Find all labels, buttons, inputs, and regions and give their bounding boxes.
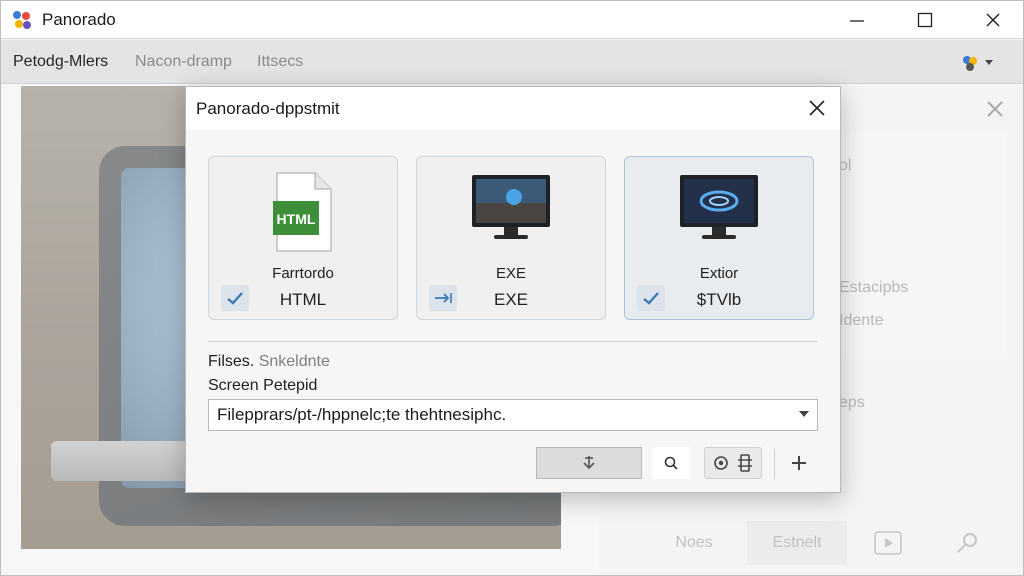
maximize-icon	[917, 12, 933, 28]
search-button[interactable]	[652, 447, 690, 479]
title-bar: Panorado	[1, 1, 1023, 39]
html-file-icon: HTML	[273, 172, 332, 252]
dialog-close-icon[interactable]	[808, 99, 826, 117]
minimize-icon	[850, 20, 864, 22]
menu-item-petodg-mlers[interactable]: Petodg-Mlers	[13, 53, 108, 71]
close-button[interactable]	[959, 1, 1024, 39]
html-icon-label: HTML	[277, 211, 316, 227]
option-html-title: Farrtordo	[272, 265, 334, 282]
files-label-text: Filses.	[208, 353, 255, 370]
menu-item-nacon-dramp[interactable]: Nacon-dramp	[135, 53, 232, 71]
screen-label: Screen Petepid	[208, 377, 318, 394]
monitor-swirl-icon	[680, 175, 758, 239]
account-icon	[963, 56, 977, 71]
menu-item-ittsecs[interactable]: Ittsecs	[257, 53, 303, 71]
dialog-divider	[208, 341, 818, 342]
option-html[interactable]: HTML Farrtordo HTML	[208, 156, 398, 320]
plus-icon	[792, 456, 806, 470]
export-dialog: Panorado-dppstmit HTML Farrtordo HTML EX…	[185, 86, 841, 493]
settings-tool-button[interactable]	[704, 447, 762, 479]
download-icon	[583, 456, 595, 470]
path-input[interactable]	[208, 399, 818, 431]
dialog-title: Panorado-dppstmit	[196, 99, 340, 118]
gear-icon	[714, 456, 728, 470]
option-exe-title: EXE	[495, 265, 526, 282]
actions-separator	[774, 449, 775, 479]
minimize-button[interactable]	[823, 1, 891, 39]
window-title: Panorado	[42, 10, 116, 29]
download-button[interactable]	[536, 447, 642, 479]
monitor-icon	[472, 175, 550, 239]
menu-bar: Petodg-Mlers Nacon-dramp Ittsecs	[1, 40, 1023, 84]
option-extior[interactable]: Extior $TVlb	[624, 156, 814, 320]
maximize-button[interactable]	[891, 1, 959, 39]
files-label: Filses. Snkeldnte	[208, 353, 330, 371]
account-menu-button[interactable]	[959, 50, 999, 76]
search-icon	[664, 456, 678, 470]
option-exe-subtitle: EXE	[493, 290, 529, 309]
option-extior-subtitle: $TVlb	[696, 290, 742, 309]
files-hint-text: Snkeldnte	[258, 353, 330, 370]
dialog-title-bar: Panorado-dppstmit	[186, 87, 840, 130]
option-extior-title: Extior	[699, 265, 739, 282]
option-exe[interactable]: EXE EXE	[416, 156, 606, 320]
path-dropdown-icon[interactable]	[798, 409, 810, 419]
export-options: HTML Farrtordo HTML EXE EXE Extior $TVlb	[208, 156, 818, 320]
close-icon	[986, 13, 1000, 27]
app-window: Panorado Petodg-Mlers Nacon-dramp Ittsec…	[0, 0, 1024, 576]
slider-icon	[738, 454, 752, 472]
chevron-down-icon	[985, 60, 993, 65]
option-html-subtitle: HTML	[279, 290, 327, 309]
add-button[interactable]	[784, 447, 814, 479]
panorado-logo-icon	[13, 11, 31, 29]
